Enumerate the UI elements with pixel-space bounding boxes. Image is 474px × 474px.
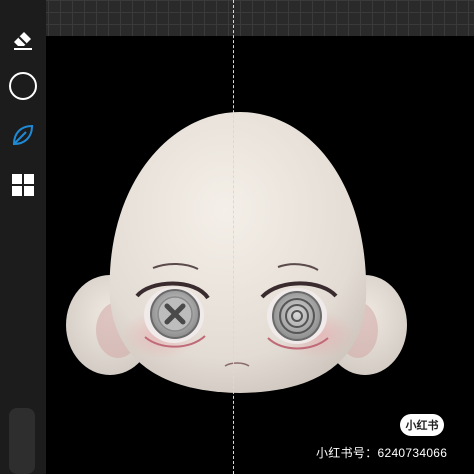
opacity-slider-handle[interactable] <box>9 408 35 474</box>
brush-size-icon <box>9 72 37 100</box>
doll-head-artwork <box>66 112 407 393</box>
smudge-tool-button[interactable] <box>8 120 38 150</box>
eraser-tool-button[interactable] <box>8 24 38 54</box>
tool-sidebar <box>0 0 46 474</box>
symmetry-guide-line[interactable] <box>233 0 234 474</box>
eraser-icon <box>14 32 32 50</box>
watermark-badge: 小红书 <box>400 414 444 436</box>
brush-size-button[interactable] <box>8 71 38 101</box>
drawing-canvas[interactable] <box>46 36 474 474</box>
smudge-leaf-icon <box>12 124 34 146</box>
layers-grid-icon <box>12 174 34 196</box>
watermark-caption: 小红书号：6240734066 <box>316 446 448 460</box>
top-grid-bar <box>0 0 474 36</box>
layers-button[interactable] <box>8 170 38 200</box>
